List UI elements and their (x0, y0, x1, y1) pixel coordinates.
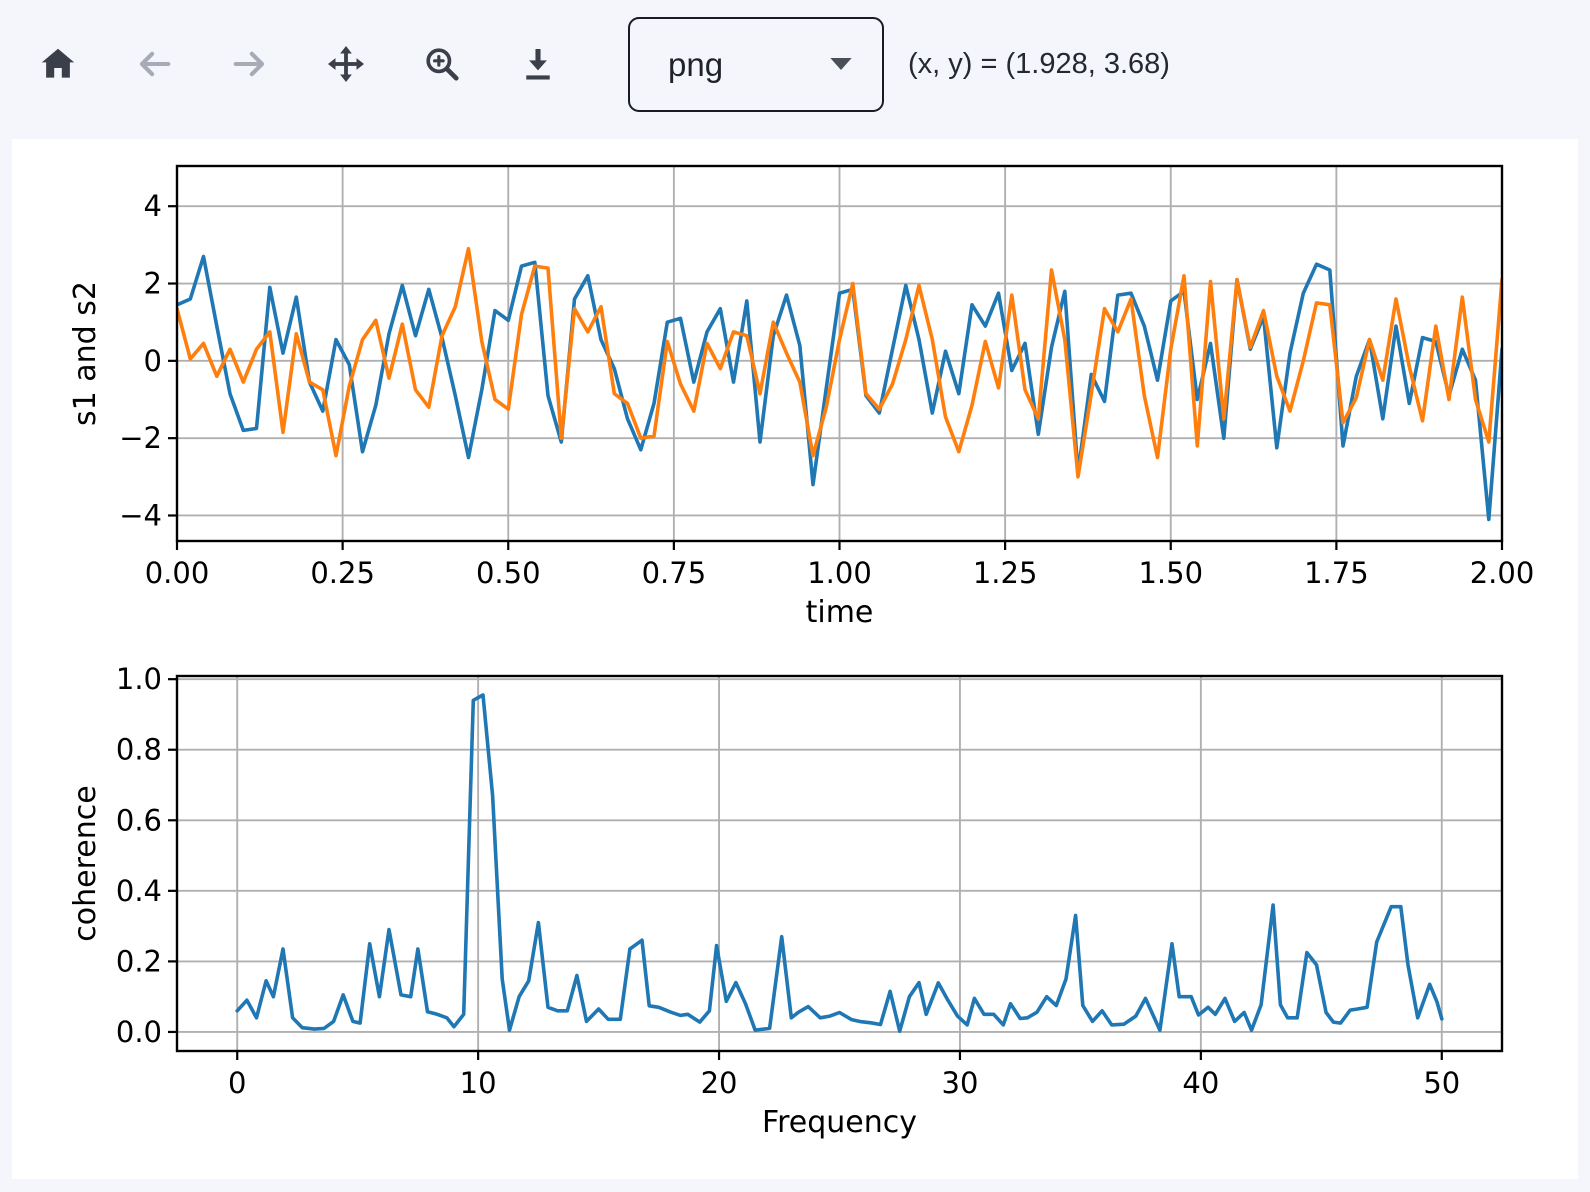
xtick-label: 40 (1182, 1066, 1219, 1100)
arrow-right-icon (231, 45, 269, 83)
xtick-label: 1.00 (807, 556, 872, 590)
download-button[interactable] (518, 42, 558, 86)
x-axis-label: Frequency (762, 1105, 917, 1140)
ytick-label: 1.0 (116, 662, 162, 696)
ytick-label: 0.0 (116, 1015, 162, 1049)
home-button[interactable] (38, 42, 78, 86)
arrow-left-icon (135, 45, 173, 83)
ytick-label: −4 (119, 498, 162, 532)
charts-svg: 0.000.250.500.751.001.251.501.752.00−4−2… (12, 139, 1578, 1179)
pan-button[interactable] (326, 42, 366, 86)
matplotlib-figure[interactable]: 0.000.250.500.751.001.251.501.752.00−4−2… (12, 139, 1578, 1179)
xtick-label: 0.50 (476, 556, 541, 590)
ytick-label: 0.6 (116, 803, 162, 837)
ytick-label: 0 (144, 344, 162, 378)
ytick-label: 0.2 (116, 944, 162, 978)
figure-toolbar: png (x, y) = (1.928, 3.68) (0, 0, 1590, 128)
x-axis-label: time (806, 595, 874, 630)
cursor-readout: (x, y) = (1.928, 3.68) (908, 48, 1170, 81)
xtick-label: 2.00 (1470, 556, 1535, 590)
xtick-label: 10 (460, 1066, 497, 1100)
ytick-label: 0.4 (116, 874, 162, 908)
y-axis-label: s1 and s2 (68, 281, 103, 426)
ytick-label: 2 (144, 267, 162, 301)
move-icon (326, 44, 366, 84)
xtick-label: 30 (942, 1066, 979, 1100)
xtick-label: 0.00 (145, 556, 210, 590)
axes-frame (177, 676, 1502, 1051)
axes-1: 0 10 20 30 40 50 0.0 0.2 0.4 0.6 0.8 1.0 Frequency co… (68, 662, 1502, 1140)
axes-0: 0.00 0.25 0.50 0.75 1.00 1.25 1.50 1.75 2.00 −4 −2… (68, 166, 1534, 630)
ytick-label: 4 (144, 189, 162, 223)
zoom-button[interactable] (422, 42, 462, 86)
zoom-in-icon (423, 45, 461, 83)
format-select-value: png (668, 48, 830, 81)
series-coherence (237, 695, 1442, 1031)
format-select[interactable]: png (628, 17, 884, 112)
download-icon (519, 45, 557, 83)
home-icon (39, 45, 77, 83)
xtick-label: 0.25 (310, 556, 375, 590)
xtick-label: 50 (1423, 1066, 1460, 1100)
y-axis-label: coherence (68, 785, 103, 941)
xtick-label: 1.50 (1138, 556, 1203, 590)
xtick-label: 0 (228, 1066, 246, 1100)
forward-button[interactable] (230, 42, 270, 86)
back-button[interactable] (134, 42, 174, 86)
xtick-label: 20 (701, 1066, 738, 1100)
xtick-label: 1.25 (973, 556, 1038, 590)
ytick-label: 0.8 (116, 733, 162, 767)
xtick-label: 1.75 (1304, 556, 1369, 590)
ytick-label: −2 (119, 421, 162, 455)
chevron-down-icon (830, 58, 852, 70)
xtick-label: 0.75 (642, 556, 707, 590)
